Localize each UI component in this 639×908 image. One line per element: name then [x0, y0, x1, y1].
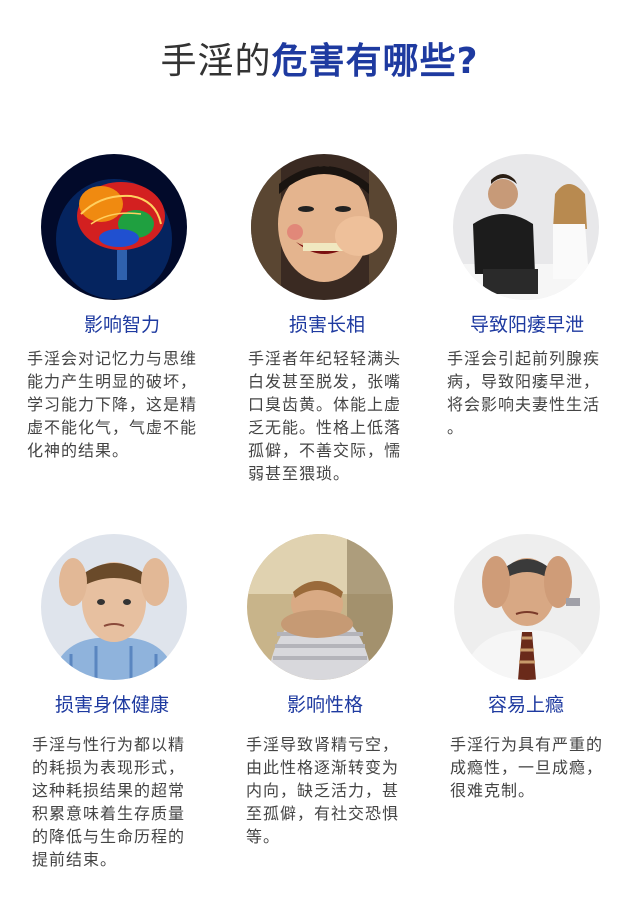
card-desc: 手淫与性行为都以精 的耗损为表现形式， 这种耗损结果的超常 积累意味着生存质量 …: [32, 735, 186, 869]
couple-icon: [453, 154, 599, 300]
card-title: 损害身体健康: [54, 694, 169, 716]
card-desc: 手淫者年纪轻轻满头 白发甚至脱发，张嘴 口臭齿黄。体能上虚 乏无能。性格上低落 …: [248, 349, 402, 483]
card-title: 容易上瘾: [487, 694, 564, 716]
card-health: 损害身体健康 手淫与性行为都以精 的耗损为表现形式， 这种耗损结果的超常 积累意…: [22, 530, 222, 890]
brain-icon: [41, 154, 187, 300]
page-title: 手淫的危害有哪些?: [0, 38, 639, 86]
card-appearance: 损害长相 手淫者年纪轻轻满头 白发甚至脱发，张嘴 口臭齿黄。体能上虚 乏无能。性…: [245, 150, 445, 490]
card-title: 导致阳痿早泄: [469, 314, 584, 336]
card-desc: 手淫导致肾精亏空， 由此性格逐渐转变为 内向，缺乏活力，甚 至孤僻，有社交恐惧 …: [246, 735, 400, 846]
card-intelligence: 影响智力 手淫会对记忆力与思维 能力产生明显的破坏， 学习能力下降，这是精 虚不…: [22, 150, 222, 480]
card-addiction: 容易上瘾 手淫行为具有严重的 成瘾性，一旦成瘾， 很难克制。: [450, 530, 639, 830]
card-title: 影响性格: [286, 694, 363, 716]
card-desc: 手淫行为具有严重的 成瘾性，一旦成瘾， 很难克制。: [450, 735, 604, 800]
grimacing-face-icon: [251, 154, 397, 300]
stressed-man-icon: [41, 534, 187, 680]
card-personality: 影响性格 手淫导致肾精亏空， 由此性格逐渐转变为 内向，缺乏活力，甚 至孤僻，有…: [245, 530, 445, 860]
card-title: 损害长相: [288, 314, 365, 336]
title-part-1: 手淫的: [160, 41, 272, 82]
card-desc: 手淫会对记忆力与思维 能力产生明显的破坏， 学习能力下降，这是精 虚不能化气，气…: [27, 349, 198, 460]
card-title: 影响智力: [83, 314, 160, 336]
sad-man-icon: [247, 534, 393, 680]
card-impotence: 导致阳痿早泄 手淫会引起前列腺疾 病，导致阳痿早泄， 将会影响夫妻性生活 。: [447, 150, 639, 450]
title-part-2: 危害有哪些?: [271, 41, 479, 82]
worried-man-icon: [454, 534, 600, 680]
card-desc: 手淫会引起前列腺疾 病，导致阳痿早泄， 将会影响夫妻性生活 。: [447, 349, 601, 437]
